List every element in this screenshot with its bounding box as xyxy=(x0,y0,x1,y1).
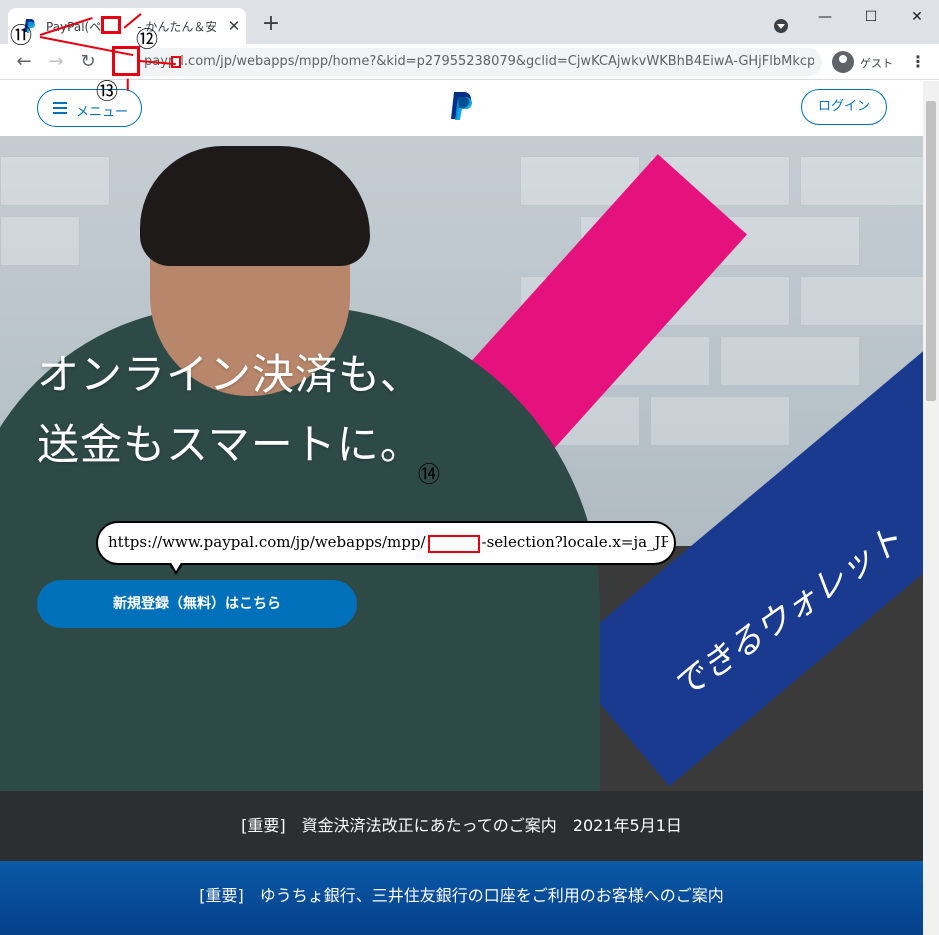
minimize-button[interactable]: — xyxy=(814,8,836,26)
wall-brick xyxy=(0,156,110,206)
new-tab-button[interactable]: + xyxy=(260,13,282,36)
hero-headline-line2: 送金もスマートに。 xyxy=(37,420,423,469)
guest-avatar-icon xyxy=(832,51,854,73)
annotation-11: ⑪ xyxy=(10,24,33,49)
notice-bank-accounts[interactable]: [重要] ゆうちょ銀行、三井住友銀行の口座をご利用のお客様へのご案内 xyxy=(0,861,923,935)
hero-banner: できるウォレット オンライン決済も、 送金もスマートに。 https://www… xyxy=(0,136,923,791)
annotation-14: ⑭ xyxy=(418,463,441,488)
wall-brick xyxy=(0,216,80,266)
page-content: メニュー ログイン できるウォレット オンライン決済も、 送金もスマートに。 h… xyxy=(0,81,923,935)
address-bar[interactable]: payp l.com/jp/webapps/mpp/home?&kid=p279… xyxy=(112,48,822,76)
callout-tail-fill xyxy=(170,561,182,571)
guest-profile-button[interactable]: ゲスト xyxy=(826,48,898,76)
forward-arrow-icon[interactable]: → xyxy=(44,50,68,74)
reload-icon[interactable]: ↻ xyxy=(76,50,100,74)
menu-button[interactable]: メニュー xyxy=(37,89,142,127)
page-scrollbar[interactable] xyxy=(923,81,939,935)
annotation-12: ⑫ xyxy=(136,28,159,53)
callout-redaction-box xyxy=(428,535,480,553)
wall-brick xyxy=(650,396,790,446)
hero-headline-line1: オンライン決済も、 xyxy=(37,350,423,399)
wall-brick xyxy=(720,336,860,386)
guest-label: ゲスト xyxy=(860,57,893,70)
site-header: メニュー ログイン xyxy=(0,81,923,136)
url-callout: https://www.paypal.com/jp/webapps/mpp/-s… xyxy=(96,521,676,565)
signup-button[interactable]: 新規登録（無料）はこちら xyxy=(37,580,357,628)
back-arrow-icon[interactable]: ← xyxy=(12,50,36,74)
person-hair xyxy=(140,146,370,266)
browser-menu-icon[interactable]: ⋮ xyxy=(908,52,928,72)
tab-close-icon[interactable]: ✕ xyxy=(224,16,244,36)
login-button[interactable]: ログイン xyxy=(801,89,887,125)
annotation-13: ⑬ xyxy=(96,80,119,105)
tab-search-icon[interactable] xyxy=(774,19,788,33)
paypal-logo[interactable] xyxy=(446,90,478,122)
hamburger-icon xyxy=(53,102,67,114)
close-window-button[interactable]: ✕ xyxy=(906,8,928,26)
address-url[interactable]: payp l.com/jp/webapps/mpp/home?&kid=p279… xyxy=(144,54,814,70)
callout-url: https://www.paypal.com/jp/webapps/mpp/-s… xyxy=(108,533,668,551)
tab-title-redaction-box xyxy=(101,16,121,34)
notice-payment-law[interactable]: [重要] 資金決済法改正にあたってのご案内 2021年5月1日 xyxy=(0,791,923,861)
wall-brick xyxy=(800,156,923,206)
annotation-arrow xyxy=(127,78,129,91)
wall-brick xyxy=(800,276,923,326)
scrollbar-thumb[interactable] xyxy=(926,101,936,401)
maximize-button[interactable]: ☐ xyxy=(860,8,882,26)
